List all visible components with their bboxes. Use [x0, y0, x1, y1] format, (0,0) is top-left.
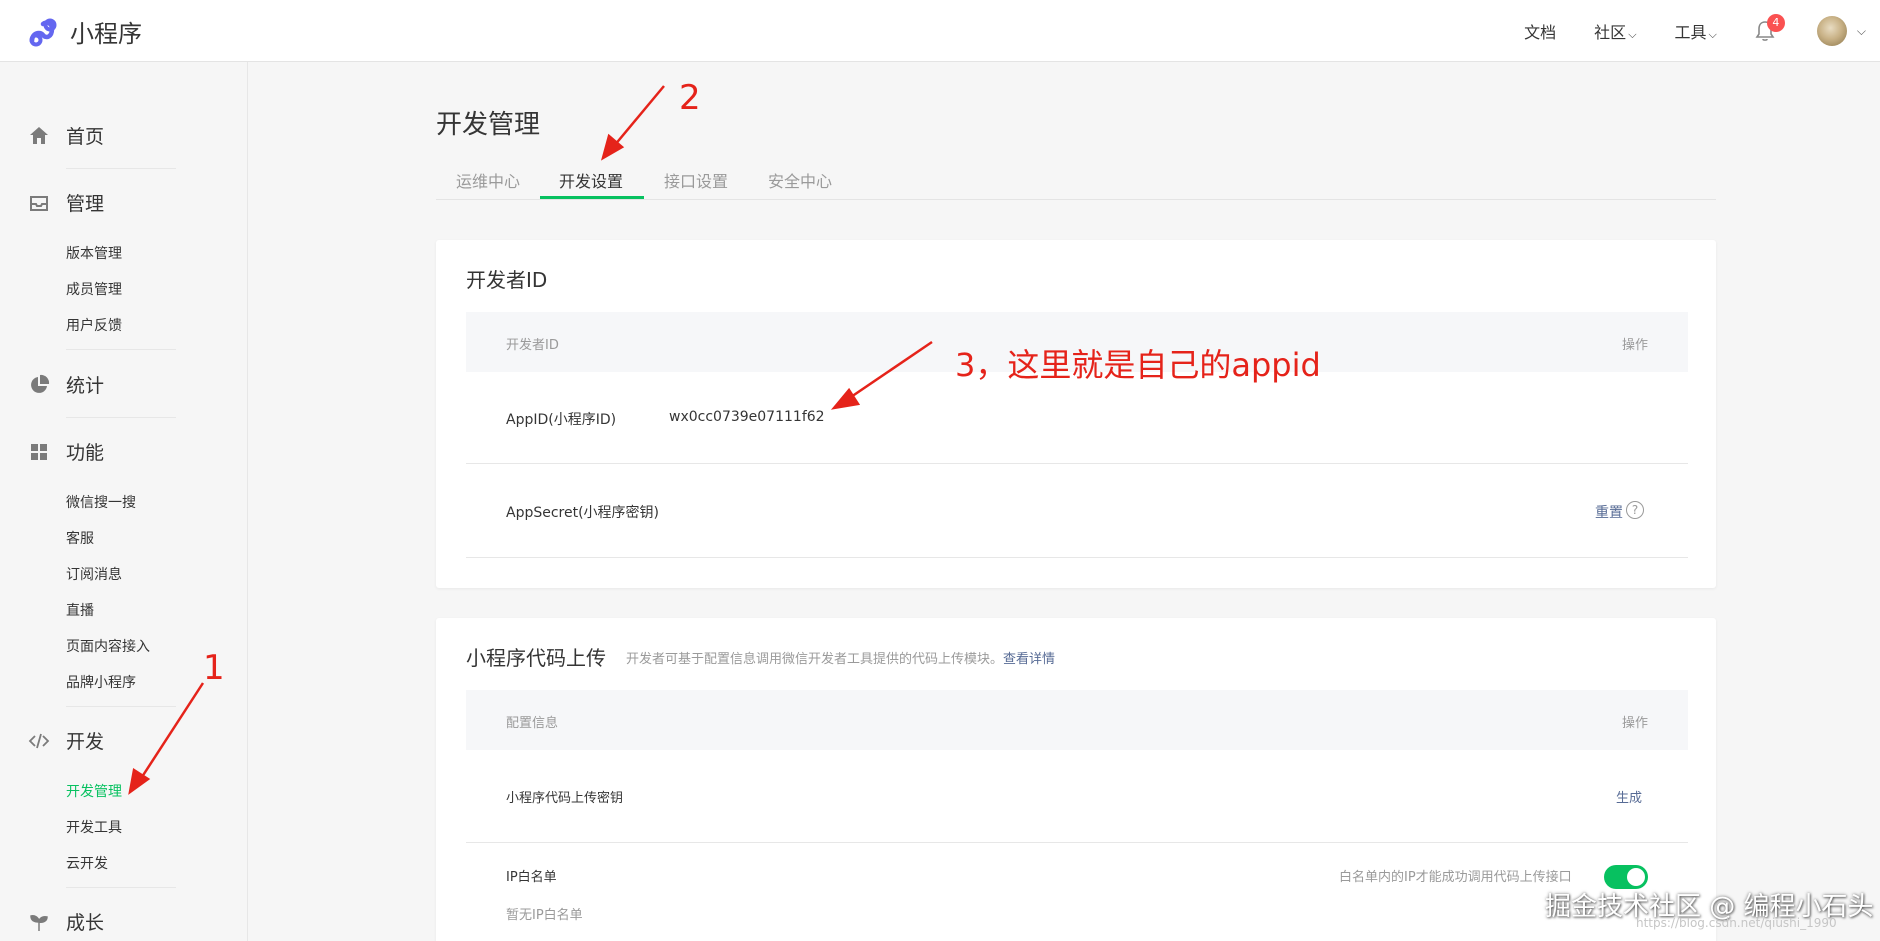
annotation-arrowhead-2	[600, 133, 625, 161]
reset-secret-button[interactable]: 重置	[1595, 502, 1623, 522]
annotation-step-2: 2	[679, 78, 701, 118]
appid-value[interactable]: wx0cc0739e07111f62	[669, 409, 825, 425]
divider	[66, 417, 176, 418]
sidebar-item-page-content[interactable]: 页面内容接入	[66, 636, 150, 656]
top-nav: 文档 社区 ⌵ 工具 ⌵ 4 ⌵	[1524, 0, 1880, 62]
nav-community[interactable]: 社区 ⌵	[1594, 19, 1636, 43]
help-icon[interactable]: ?	[1626, 501, 1644, 519]
divider	[466, 842, 1688, 843]
home-icon	[30, 126, 48, 144]
sidebar-item-wechat-search[interactable]: 微信搜一搜	[66, 492, 136, 512]
code-icon	[28, 733, 50, 748]
sidebar-item-cloud-dev[interactable]: 云开发	[66, 853, 108, 873]
tab-dev-settings[interactable]: 开发设置	[559, 168, 623, 192]
sidebar-item-customer-service[interactable]: 客服	[66, 528, 94, 548]
card-subtitle-text: 开发者可基于配置信息调用微信开发者工具提供的代码上传模块。	[626, 652, 1004, 667]
toggle-knob	[1627, 868, 1645, 886]
sidebar-item-manage[interactable]: 管理	[28, 189, 104, 216]
table-header: 配置信息 操作	[466, 690, 1688, 750]
sidebar-item-label: 功能	[66, 442, 105, 464]
divider	[66, 168, 176, 169]
inbox-icon	[30, 195, 48, 211]
sidebar-item-home[interactable]: 首页	[28, 122, 104, 149]
tab-security-center[interactable]: 安全中心	[768, 168, 832, 192]
column-header: 配置信息	[506, 716, 559, 731]
miniprogram-logo-icon	[29, 18, 57, 46]
chevron-down-icon[interactable]: ⌵	[1857, 24, 1866, 39]
divider	[66, 349, 176, 350]
top-bar: 小程序 文档 社区 ⌵ 工具 ⌵ 4 ⌵	[0, 0, 1880, 62]
view-details-link[interactable]: 查看详情	[1003, 652, 1055, 667]
sidebar-item-label: 开发	[66, 731, 105, 753]
divider	[66, 706, 176, 707]
chevron-down-icon: ⌵	[1708, 28, 1717, 41]
appsecret-label: AppSecret(小程序密钥)	[506, 505, 660, 521]
sidebar-item-develop[interactable]: 开发	[28, 727, 104, 754]
nav-docs[interactable]: 文档	[1524, 19, 1556, 43]
sidebar-item-dev-management[interactable]: 开发管理	[66, 781, 122, 801]
sidebar-item-features[interactable]: 功能	[28, 438, 104, 465]
column-header: 开发者ID	[506, 338, 559, 353]
tab-ops-center[interactable]: 运维中心	[456, 168, 520, 192]
app-title: 小程序	[70, 20, 142, 48]
sidebar-item-label: 管理	[66, 193, 105, 215]
annotation-step-1: 1	[203, 648, 225, 688]
sidebar-item-stats[interactable]: 统计	[28, 371, 104, 398]
sidebar-item-members[interactable]: 成员管理	[66, 279, 122, 299]
sidebar: 首页 管理 版本管理 成员管理 用户反馈 统计 功能 微信搜一搜 客服 订阅消息…	[0, 62, 248, 941]
sprout-icon	[30, 914, 48, 931]
upload-key-label: 小程序代码上传密钥	[506, 791, 624, 806]
notification-badge: 4	[1766, 14, 1785, 32]
tab-api-settings[interactable]: 接口设置	[664, 168, 728, 192]
sidebar-item-versions[interactable]: 版本管理	[66, 243, 122, 263]
tab-bar: 运维中心 开发设置 接口设置 安全中心	[436, 160, 1716, 200]
annotation-step-3: 3，这里就是自己的appid	[955, 346, 1321, 384]
column-header: 操作	[1621, 338, 1648, 353]
divider	[466, 557, 1688, 558]
page-title: 开发管理	[436, 110, 541, 140]
card-title: 开发者ID	[466, 268, 548, 292]
chevron-down-icon: ⌵	[1628, 28, 1637, 41]
notification-button[interactable]: 4	[1755, 14, 1785, 42]
annotation-arrow-2	[613, 85, 665, 147]
sidebar-item-live[interactable]: 直播	[66, 600, 94, 620]
sidebar-item-label: 成长	[66, 912, 105, 934]
card-title: 小程序代码上传	[466, 646, 606, 670]
grid-icon	[31, 443, 47, 460]
generate-key-button[interactable]: 生成	[1616, 787, 1642, 806]
sidebar-item-label: 首页	[66, 126, 105, 148]
code-upload-card: 小程序代码上传 开发者可基于配置信息调用微信开发者工具提供的代码上传模块。查看详…	[436, 618, 1716, 941]
ip-whitelist-note: 白名单内的IP才能成功调用代码上传接口	[1339, 870, 1572, 885]
developer-id-card: 开发者ID 开发者ID 操作 AppID(小程序ID) wx0cc0739e07…	[436, 240, 1716, 588]
active-tab-indicator	[540, 196, 644, 199]
pie-chart-icon	[31, 374, 50, 393]
logo[interactable]: 小程序	[26, 14, 142, 49]
sidebar-item-brand[interactable]: 品牌小程序	[66, 672, 136, 692]
sidebar-item-label: 统计	[66, 375, 105, 397]
nav-tools-label: 工具	[1674, 23, 1707, 42]
appid-label: AppID(小程序ID)	[506, 412, 617, 428]
ip-whitelist-empty: 暂无IP白名单	[506, 908, 583, 923]
ip-whitelist-label: IP白名单	[506, 870, 557, 885]
divider	[466, 463, 1688, 464]
card-subtitle: 开发者可基于配置信息调用微信开发者工具提供的代码上传模块。查看详情	[626, 648, 1055, 667]
sidebar-item-dev-tools[interactable]: 开发工具	[66, 817, 122, 837]
nav-tools[interactable]: 工具 ⌵	[1675, 19, 1717, 43]
nav-community-label: 社区	[1594, 23, 1627, 42]
avatar[interactable]	[1816, 16, 1847, 46]
divider	[66, 887, 176, 888]
column-header: 操作	[1621, 716, 1648, 731]
watermark-url: https://blog.csdn.net/qiushi_1990	[1636, 916, 1837, 930]
sidebar-item-feedback[interactable]: 用户反馈	[66, 315, 122, 335]
sidebar-item-growth[interactable]: 成长	[28, 908, 104, 935]
sidebar-item-subscribe-messages[interactable]: 订阅消息	[66, 564, 122, 584]
